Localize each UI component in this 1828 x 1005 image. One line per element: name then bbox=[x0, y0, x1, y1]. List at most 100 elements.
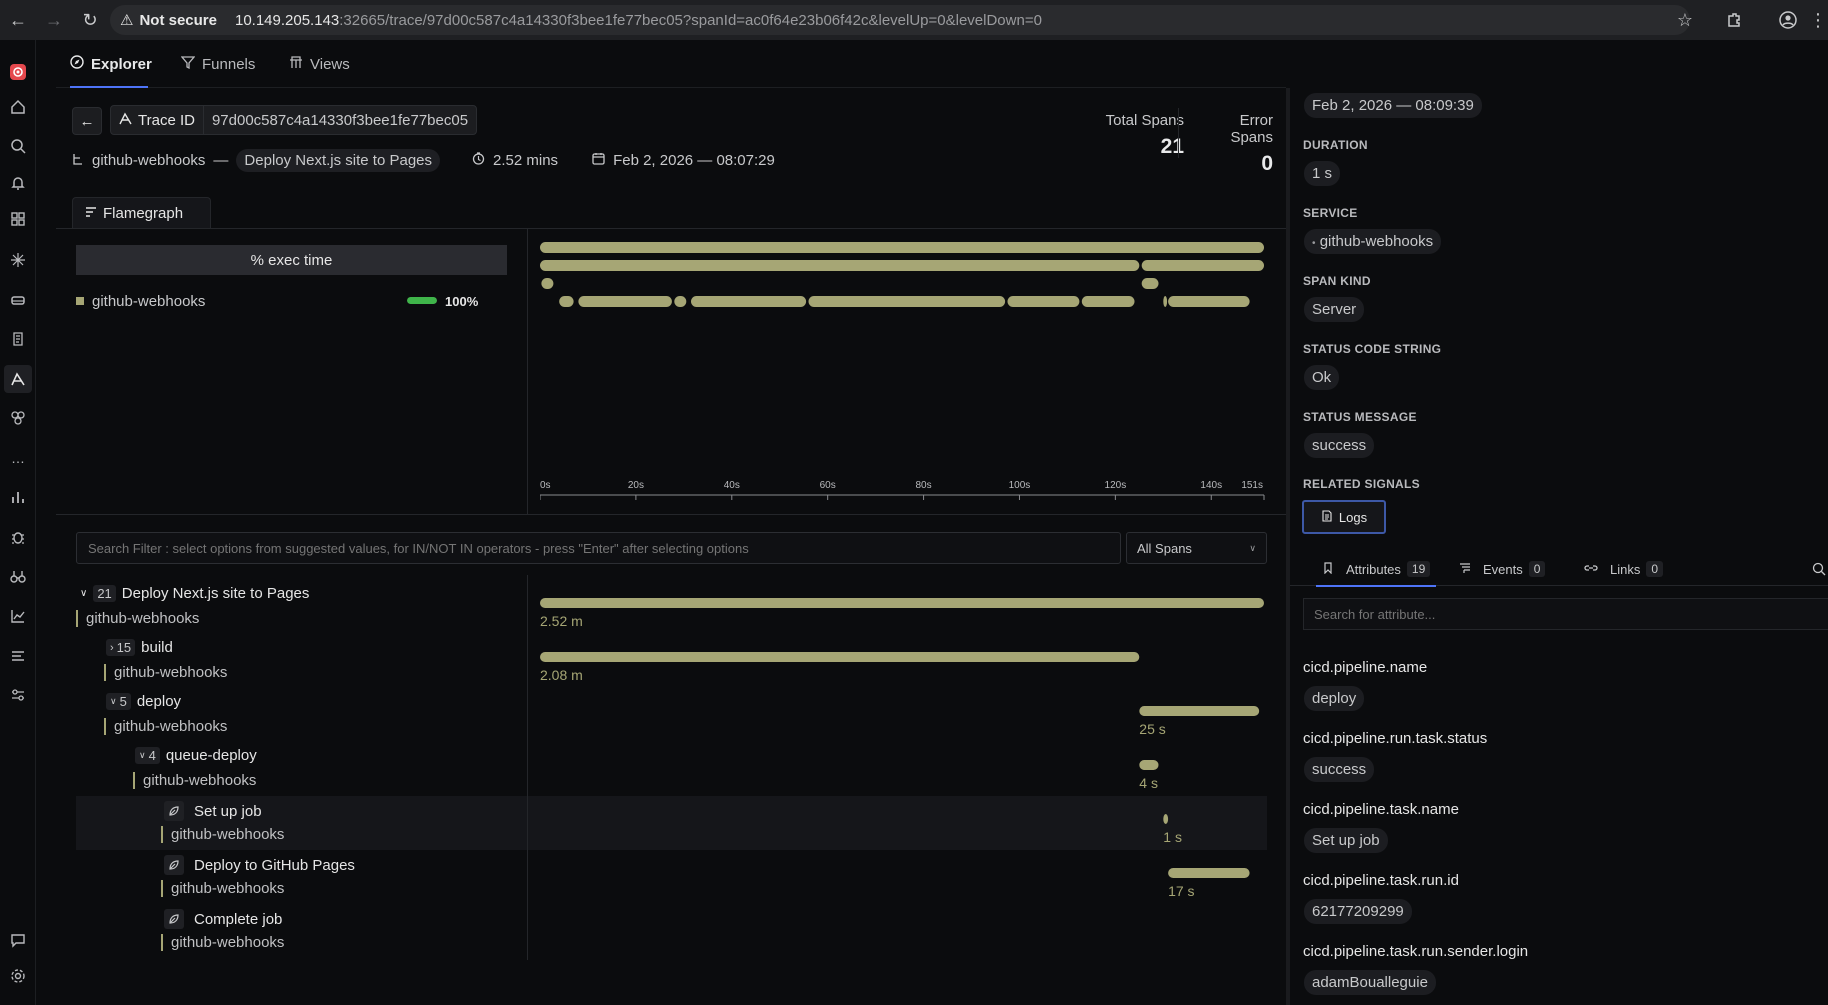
span-timeline-bar[interactable] bbox=[1139, 760, 1159, 770]
flamegraph-span-bar[interactable] bbox=[1141, 260, 1264, 271]
tab-links[interactable]: Links 0 bbox=[1584, 552, 1664, 586]
attribute-value[interactable]: success bbox=[1304, 757, 1375, 782]
span-search-filter[interactable] bbox=[76, 532, 1121, 564]
back-arrow-icon[interactable]: ← bbox=[0, 2, 36, 38]
alerts-bell-icon[interactable] bbox=[6, 171, 30, 195]
span-row-set-up-job[interactable]: Set up job bbox=[164, 801, 262, 821]
span-tree-divider[interactable] bbox=[527, 575, 528, 960]
span-timeline-bar[interactable] bbox=[1168, 868, 1250, 878]
flamegraph-span-bar[interactable] bbox=[674, 296, 687, 307]
settings-sliders-icon[interactable] bbox=[6, 683, 30, 707]
flamegraph-span-bar[interactable] bbox=[540, 242, 1264, 253]
flamegraph-canvas[interactable]: 0s 20s 40s 60s 80s 100s 120s 140s 151s bbox=[540, 240, 1275, 500]
binoculars-icon[interactable] bbox=[6, 564, 30, 588]
span-row-deploy-to-github-pages[interactable]: Deploy to GitHub Pages bbox=[164, 855, 355, 875]
flamegraph-span-bar[interactable] bbox=[691, 296, 807, 307]
bar-chart-icon[interactable] bbox=[6, 485, 30, 509]
security-indicator[interactable]: ⚠ Not secure bbox=[120, 11, 229, 30]
chevron-down-icon[interactable]: ∨ bbox=[80, 588, 87, 599]
tab-attributes[interactable]: Attributes 19 bbox=[1315, 552, 1437, 587]
back-arrow-icon: ← bbox=[79, 112, 95, 130]
attribute-key: cicd.pipeline.task.run.id bbox=[1303, 872, 1459, 889]
attribute-key: cicd.pipeline.name bbox=[1303, 659, 1428, 676]
span-row-build[interactable]: › 15 build bbox=[106, 639, 173, 656]
span-name: build bbox=[141, 639, 173, 656]
search-icon[interactable] bbox=[1812, 552, 1826, 586]
flamegraph-span-bar[interactable] bbox=[808, 296, 1006, 307]
span-timeline[interactable]: 2.52 m2.08 m25 s4 s1 s17 s0 ms bbox=[540, 596, 1275, 966]
forward-arrow-icon[interactable]: → bbox=[36, 2, 72, 38]
duration-label: DURATION bbox=[1303, 138, 1368, 152]
signoz-logo-icon[interactable] bbox=[6, 60, 30, 84]
tab-explorer[interactable]: Explorer bbox=[70, 40, 152, 88]
flamegraph-divider[interactable] bbox=[527, 228, 528, 515]
exceptions-bug-icon[interactable] bbox=[6, 525, 30, 549]
chevron-down-icon[interactable]: ∨ bbox=[139, 750, 146, 761]
explorer-tabs: Explorer Funnels Views bbox=[56, 40, 1286, 88]
reload-icon[interactable]: ↻ bbox=[72, 2, 108, 38]
tab-events[interactable]: Events 0 bbox=[1459, 552, 1546, 586]
flamegraph-span-bar[interactable] bbox=[540, 260, 1140, 271]
meta-separator: — bbox=[213, 151, 229, 169]
attribute-value[interactable]: 62177209299 bbox=[1304, 899, 1412, 924]
tab-flamegraph[interactable]: Flamegraph bbox=[72, 197, 211, 229]
dashboards-grid-icon[interactable] bbox=[6, 207, 30, 231]
attribute-search-input[interactable] bbox=[1303, 598, 1828, 630]
more-menu-icon[interactable]: ⋮ bbox=[1800, 2, 1828, 38]
span-timeline-bar[interactable] bbox=[1139, 706, 1260, 716]
chevron-down-icon[interactable]: ∨ bbox=[110, 696, 117, 707]
leaf-span-icon bbox=[164, 801, 184, 821]
trace-id-value: 97d00c587c4a14330f3bee1fe77bec05 bbox=[211, 111, 469, 129]
extensions-icon[interactable] bbox=[1716, 2, 1752, 38]
span-row-deploy[interactable]: ∨ 5 deploy bbox=[106, 693, 181, 710]
span-timeline-bar[interactable] bbox=[540, 598, 1264, 608]
flamegraph-span-bar[interactable] bbox=[1141, 278, 1159, 289]
sparkle-icon[interactable] bbox=[6, 248, 30, 272]
flamegraph-span-bar[interactable] bbox=[1007, 296, 1080, 307]
span-type-select[interactable]: All Spans ∨ bbox=[1126, 532, 1267, 564]
infrastructure-icon[interactable] bbox=[6, 288, 30, 312]
search-icon[interactable] bbox=[6, 134, 30, 158]
chevron-right-icon[interactable]: › bbox=[110, 642, 114, 654]
flamegraph-span-bar[interactable] bbox=[1081, 296, 1135, 307]
pipelines-icon[interactable] bbox=[6, 644, 30, 668]
services-icon[interactable] bbox=[6, 406, 30, 430]
span-timeline-bar[interactable] bbox=[1163, 814, 1169, 824]
flamegraph-span-bar[interactable] bbox=[541, 278, 554, 289]
error-spans-stat: Error Spans 0 bbox=[1193, 112, 1273, 176]
gear-icon[interactable] bbox=[6, 964, 30, 988]
tab-funnels[interactable]: Funnels bbox=[180, 40, 255, 88]
flamegraph-span-bar[interactable] bbox=[1163, 296, 1168, 307]
back-button[interactable]: ← bbox=[72, 107, 102, 135]
span-timeline-bar[interactable] bbox=[540, 652, 1140, 662]
tab-attributes-label: Attributes bbox=[1346, 561, 1401, 577]
total-spans-value: 21 bbox=[1160, 135, 1184, 158]
span-row-queue-deploy[interactable]: ∨ 4 queue-deploy bbox=[135, 747, 257, 764]
home-icon[interactable] bbox=[6, 95, 30, 119]
attribute-value[interactable]: deploy bbox=[1304, 686, 1365, 711]
flamegraph-span-bar[interactable] bbox=[559, 296, 574, 307]
span-kind-value: Server bbox=[1304, 297, 1365, 322]
trace-id-box[interactable]: Trace ID 97d00c587c4a14330f3bee1fe77bec0… bbox=[110, 105, 478, 135]
flamegraph-span-bar[interactable] bbox=[1168, 296, 1250, 307]
attribute-value[interactable]: Set up job bbox=[1304, 828, 1388, 853]
chat-support-icon[interactable] bbox=[6, 928, 30, 952]
span-name: Set up job bbox=[194, 802, 262, 820]
logs-icon[interactable] bbox=[6, 327, 30, 351]
logs-button[interactable]: Logs bbox=[1302, 500, 1386, 534]
tab-views[interactable]: Views bbox=[289, 40, 350, 88]
attribute-value[interactable]: adamBoualleguie bbox=[1304, 970, 1436, 995]
metrics-chart-icon[interactable] bbox=[6, 604, 30, 628]
axis-tick-label: 20s bbox=[628, 480, 644, 491]
span-row-complete-job[interactable]: Complete job bbox=[164, 909, 282, 929]
span-row-root[interactable]: ∨ 21 Deploy Next.js site to Pages bbox=[80, 585, 309, 602]
span-service: github-webhooks bbox=[133, 772, 256, 789]
span-child-count-badge: ∨ 4 bbox=[135, 747, 160, 764]
flamegraph-span-bar[interactable] bbox=[578, 296, 672, 307]
more-dots-icon[interactable]: … bbox=[6, 446, 30, 470]
service-color-swatch bbox=[76, 297, 84, 305]
bookmark-star-icon[interactable]: ☆ bbox=[1667, 2, 1703, 38]
address-bar[interactable]: ⚠ Not secure 10.149.205.143:32665/trace/… bbox=[110, 5, 1690, 35]
duration-value: 1 s bbox=[1304, 161, 1341, 186]
traces-icon[interactable] bbox=[4, 365, 32, 393]
